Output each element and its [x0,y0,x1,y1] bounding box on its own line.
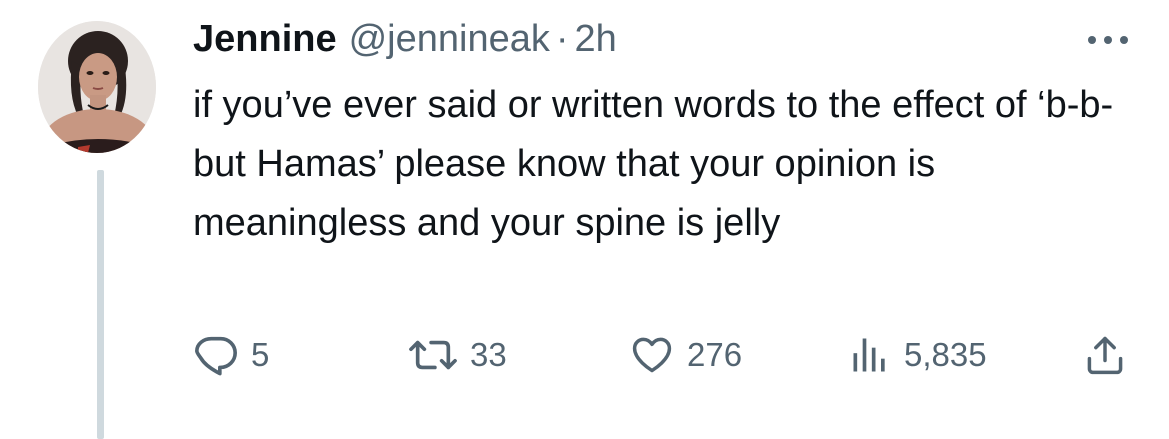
reply-button[interactable]: 5 [193,330,269,380]
reply-icon [195,336,237,376]
thread-line [97,170,104,439]
separator-dot: · [555,18,569,60]
retweet-count: 33 [470,336,507,373]
retweet-icon [409,340,457,370]
like-button[interactable]: 276 [629,330,742,380]
avatar[interactable] [38,21,156,153]
action-bar: 5 33 276 5,835 [193,330,1138,380]
retweet-button[interactable]: 33 [408,330,507,380]
user-handle[interactable]: @jennineak [349,18,550,61]
views-count: 5,835 [904,336,987,373]
more-options-icon[interactable] [1083,32,1133,48]
like-count: 276 [687,336,743,373]
views-icon [853,338,885,372]
share-icon [1087,336,1123,375]
timestamp[interactable]: 2h [575,18,617,61]
reply-count: 5 [251,336,270,373]
heart-icon [632,337,672,373]
views-button[interactable]: 5,835 [848,330,987,380]
tweet[interactable]: Jennine @jennineak · 2h if you’ve ever s… [0,0,1169,439]
avatar-photo [38,21,156,153]
share-button[interactable] [1083,330,1127,380]
tweet-header: Jennine @jennineak · 2h [193,18,617,68]
display-name[interactable]: Jennine [193,18,337,61]
tweet-text: if you’ve ever said or written words to … [193,84,1114,244]
